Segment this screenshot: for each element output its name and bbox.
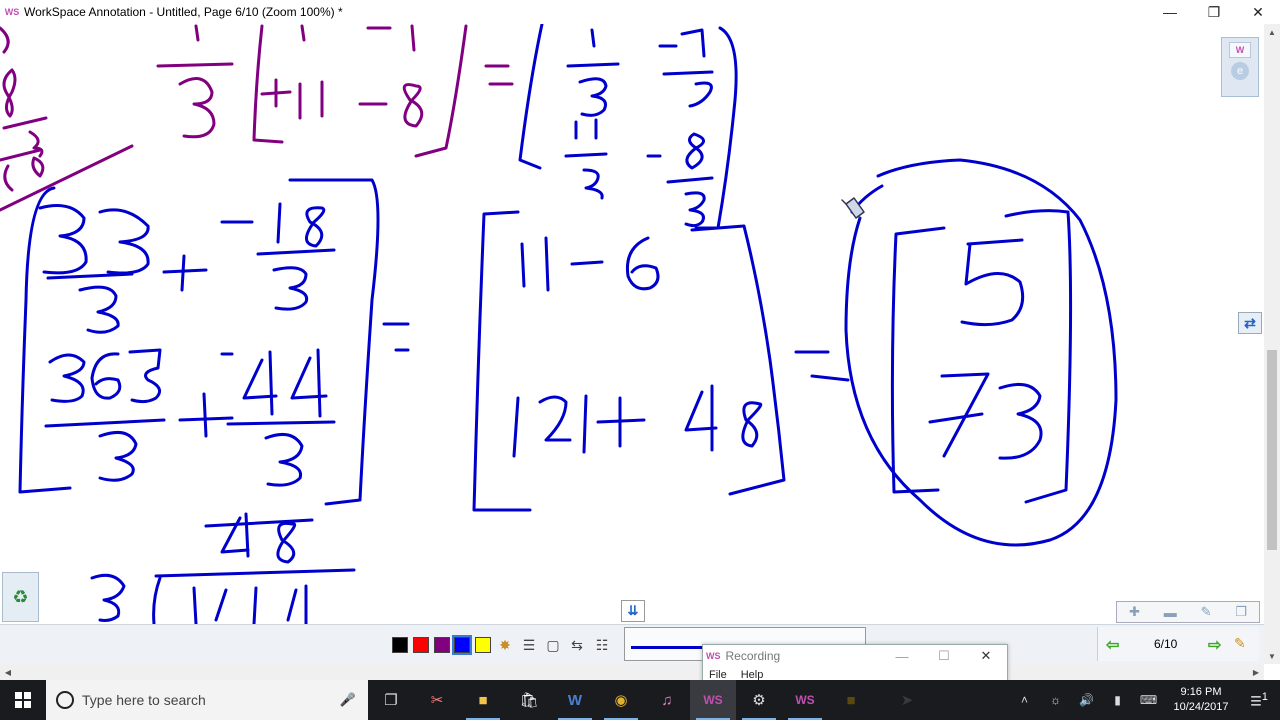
- recording-maximize-icon[interactable]: ☐: [923, 645, 965, 667]
- prev-page-arrow-icon[interactable]: ⇦: [1106, 635, 1119, 655]
- plus-icon[interactable]: ✚: [1129, 604, 1140, 620]
- network-icon[interactable]: ☼: [1040, 693, 1071, 707]
- scroll-up-arrow-icon[interactable]: ▲: [1264, 24, 1280, 40]
- keyboard-icon[interactable]: ⌨: [1133, 693, 1164, 707]
- snipping-tool-icon[interactable]: ✂: [414, 680, 460, 720]
- color-swatch-blue[interactable]: [452, 635, 472, 655]
- color-swatch-yellow[interactable]: [475, 637, 491, 653]
- line-width-icon[interactable]: ☰: [519, 635, 539, 655]
- recording-logo-icon: WS: [706, 651, 721, 661]
- workspace-taskbar-icon[interactable]: WS: [690, 680, 736, 720]
- battery-icon[interactable]: ▮: [1102, 693, 1133, 707]
- color-swatch-red[interactable]: [413, 637, 429, 653]
- presenter-icon[interactable]: ✎: [1234, 635, 1246, 652]
- clock-date: 10/24/2017: [1173, 701, 1229, 713]
- clock-time: 9:16 PM: [1180, 686, 1222, 698]
- double-down-arrow-icon: ⇊: [627, 603, 639, 618]
- close-button[interactable]: ✕: [1236, 0, 1280, 24]
- system-tray: ˄ ☼ 🔊 ▮ ⌨ 9:16 PM 10/24/2017 ☰1: [1009, 680, 1280, 720]
- windows-logo-icon: [15, 692, 31, 708]
- copy-page-icon[interactable]: ❐: [1235, 604, 1247, 620]
- recorder-icon[interactable]: ⚙: [736, 680, 782, 720]
- restore-icon: ❐: [1207, 3, 1221, 20]
- annotation-canvas[interactable]: [0, 24, 1264, 624]
- microphone-icon[interactable]: 🎤: [340, 692, 356, 708]
- bottom-toolbar: ✸ ☰ ▢ ⇆ ☷ ⇦ 6/10 ⇨ ✎: [0, 624, 1264, 664]
- scroll-down-arrow-icon[interactable]: ▼: [1264, 648, 1280, 664]
- page-indicator: 6/10: [1154, 637, 1178, 651]
- close-icon: ✕: [1252, 3, 1264, 20]
- color-swatch-purple[interactable]: [434, 637, 450, 653]
- next-page-arrow-icon[interactable]: ⇨: [1208, 635, 1221, 655]
- ink-stroke-preview: [631, 646, 707, 649]
- palette-e-icon[interactable]: e: [1231, 62, 1249, 80]
- zoom-tools: ✚ ▬ ✎ ❐: [1116, 601, 1260, 623]
- recycle-bin-button[interactable]: ♻: [2, 572, 39, 622]
- blue-ink: [18, 24, 1118, 624]
- mini-palette-widget[interactable]: W e: [1221, 37, 1259, 97]
- search-placeholder: Type here to search: [82, 692, 206, 708]
- line-style-icon[interactable]: ⇆: [567, 635, 587, 655]
- taskbar-search[interactable]: Type here to search 🎤: [46, 680, 368, 720]
- recording-minimize-icon[interactable]: —: [881, 645, 923, 667]
- minimize-button[interactable]: —: [1148, 0, 1192, 24]
- eraser-icon[interactable]: ▢: [543, 635, 563, 655]
- grid-icon[interactable]: ☷: [592, 635, 612, 655]
- arrow-app-icon[interactable]: ➤: [884, 680, 930, 720]
- recycle-icon: ♻: [12, 586, 29, 607]
- start-button[interactable]: [0, 680, 46, 720]
- volume-icon[interactable]: 🔊: [1071, 693, 1102, 707]
- window-controls: — ❐ ✕: [1148, 0, 1280, 24]
- sticky-notes-icon[interactable]: ■: [828, 680, 874, 720]
- edit-icon[interactable]: ✎: [1201, 604, 1212, 620]
- workspace-2-icon[interactable]: WS: [782, 680, 828, 720]
- title-bar: WS WorkSpace Annotation - Untitled, Page…: [0, 0, 1280, 24]
- color-swatch-black[interactable]: [392, 637, 408, 653]
- page-navigator: ⇦ 6/10 ⇨ ✎: [1097, 627, 1259, 661]
- recording-window: WS Recording — ☐ ✕ File Help: [702, 644, 1008, 682]
- taskbar: Type here to search 🎤 ❐ ✂ ■ 🛍 W ◉ ♫ WS ⚙…: [0, 680, 1280, 720]
- scroll-right-arrow-icon[interactable]: ▶: [1248, 664, 1264, 680]
- vertical-scroll-thumb[interactable]: [1267, 350, 1277, 550]
- swap-arrows-button[interactable]: ⇄: [1238, 312, 1262, 334]
- word-icon[interactable]: W: [552, 680, 598, 720]
- task-view-icon[interactable]: ❐: [368, 680, 414, 720]
- notification-count: 1: [1261, 690, 1268, 703]
- workspace-mini-icon[interactable]: W: [1229, 42, 1251, 58]
- chevron-up-icon[interactable]: ˄: [1009, 693, 1040, 707]
- recording-window-controls: — ☐ ✕: [881, 645, 1007, 667]
- action-center-icon[interactable]: ☰1: [1238, 691, 1280, 709]
- minus-icon[interactable]: ▬: [1164, 605, 1177, 620]
- chrome-icon[interactable]: ◉: [598, 680, 644, 720]
- ink-strokes: [0, 24, 1118, 624]
- horizontal-scrollbar[interactable]: ◀ ▶: [0, 664, 1264, 680]
- vertical-scrollbar[interactable]: ▲ ▼: [1264, 24, 1280, 664]
- recording-close-icon[interactable]: ✕: [965, 645, 1007, 667]
- recording-title: Recording: [725, 649, 781, 663]
- swap-arrows-icon: ⇄: [1244, 314, 1256, 331]
- purple-ink: [0, 24, 514, 212]
- minimize-icon: —: [1163, 4, 1177, 20]
- window-title: WorkSpace Annotation - Untitled, Page 6/…: [24, 5, 343, 19]
- itunes-icon[interactable]: ♫: [644, 680, 690, 720]
- file-explorer-icon[interactable]: ■: [460, 680, 506, 720]
- workspace-logo-icon: WS: [4, 7, 20, 17]
- restore-button[interactable]: ❐: [1192, 0, 1236, 24]
- collapse-toolbar-button[interactable]: ⇊: [621, 600, 645, 622]
- recording-title-bar: WS Recording — ☐ ✕: [703, 645, 1007, 667]
- palette-icon[interactable]: ✸: [495, 635, 515, 655]
- cortana-icon: [56, 691, 74, 709]
- scroll-left-arrow-icon[interactable]: ◀: [0, 664, 16, 680]
- clock[interactable]: 9:16 PM 10/24/2017: [1164, 685, 1238, 715]
- store-icon[interactable]: 🛍: [506, 680, 552, 720]
